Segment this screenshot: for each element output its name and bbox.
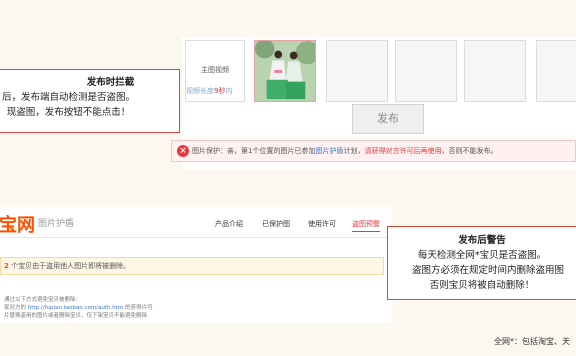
site-logo: 宝网 — [0, 215, 35, 236]
product-image-slot-5[interactable] — [536, 40, 576, 102]
divider — [0, 237, 392, 238]
x-circle-icon: × — [177, 145, 189, 157]
product-image-slot-4[interactable] — [464, 40, 526, 102]
post-publish-warning-callout: 发布后警告 每天检测全网*宝贝是否盗图。 盗图方必须在规定时间内删除盗用图 否则… — [387, 226, 576, 300]
nav-usage-permission[interactable]: 使用许可 — [308, 219, 336, 229]
product-photo — [255, 41, 315, 101]
instruction-line: 片替换盗用的图片或者删除宝贝，仅下架宝贝不能避免删除 — [4, 313, 148, 319]
callout-line: 否则宝贝将被自动删除！ — [429, 280, 535, 291]
instruction-line: 通过以下方式避免宝贝被删除： — [4, 297, 82, 303]
video-length-hint: 视频长度9秒内 — [186, 87, 233, 95]
image-shield-link[interactable]: 图片护盾 — [315, 147, 343, 155]
product-image-slot-3[interactable] — [395, 40, 457, 102]
callout-title: 发布时拦截 — [86, 77, 135, 88]
publish-intercept-callout: 发布时拦截 后，发布端自动检测是否盗图。 现盗图，发布按钮不能点击！ — [0, 69, 180, 133]
nav-theft-alert[interactable]: 盗图预警 — [352, 219, 380, 232]
publish-button[interactable]: 发布 — [352, 104, 424, 134]
nav-protected-images[interactable]: 已保护图 — [262, 219, 290, 229]
nav-product-intro[interactable]: 产品介绍 — [215, 219, 243, 229]
callout-line: 后，发布端自动检测是否盗图。 — [1, 92, 135, 103]
callout-line: 现盗图，发布按钮不能点击！ — [6, 107, 131, 118]
callout-title: 发布后警告 — [458, 235, 506, 246]
product-image-slot-1[interactable] — [254, 40, 316, 102]
footnote: 全网*：包括淘宝、天 — [494, 337, 570, 346]
image-protection-warning: × 图片保护：亲，第1个位置的图片已参加图片护盾计划，请获得对方许可后再使用，否… — [171, 140, 576, 162]
callout-line: 盗图方必须在规定时间内删除盗用图 — [411, 265, 564, 276]
main-video-label: 主图视频 — [201, 66, 229, 74]
callout-line: 每天检测全网*宝贝是否盗图。 — [417, 250, 547, 261]
image-shield-page-screenshot: 宝网 图片护盾 产品介绍 已保护图 使用许可 盗图预警 2 个宝贝由于盗用他人图… — [0, 207, 392, 323]
instruction-line: 家对方的 http://fuplan.taobao.com/auth.htm 的… — [4, 305, 153, 311]
deletion-warning-banner: 2 个宝贝由于盗用他人图片即将被删除。 — [0, 257, 384, 275]
product-image-slot-2[interactable] — [326, 40, 388, 102]
page-subtitle: 图片护盾 — [38, 219, 75, 229]
